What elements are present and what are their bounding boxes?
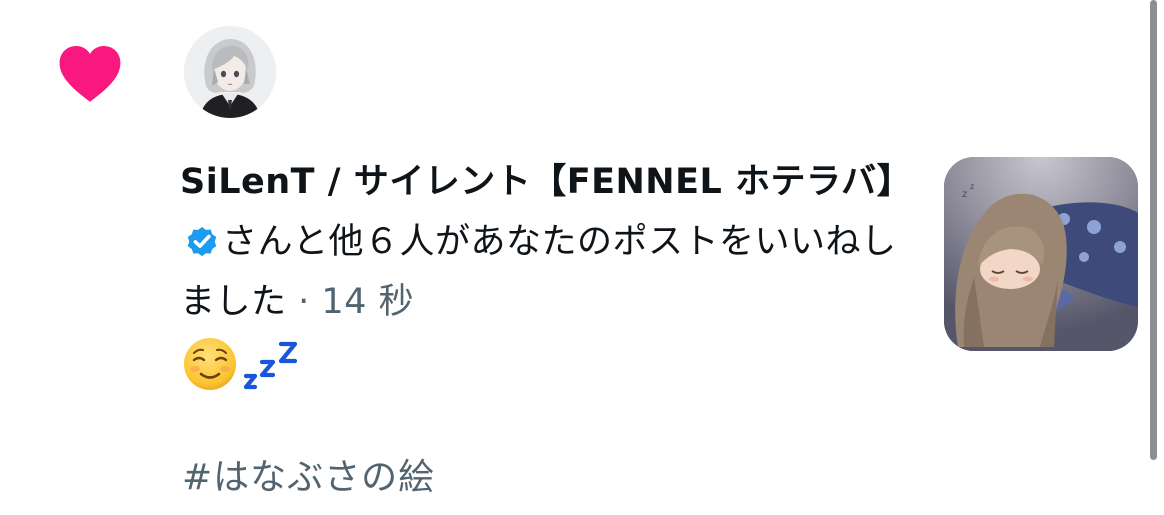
zzz-emoji bbox=[243, 341, 298, 390]
relieved-face-emoji bbox=[184, 338, 236, 390]
svg-text:z: z bbox=[970, 182, 974, 191]
user-name-link[interactable]: SiLenT / サイレント【FENNEL ホテラバ】 bbox=[180, 162, 912, 202]
scrollbar[interactable] bbox=[1150, 0, 1157, 460]
avatar[interactable] bbox=[184, 26, 276, 118]
avatar-image bbox=[184, 26, 276, 118]
notification-text: SiLenT / サイレント【FENNEL ホテラバ】さんと他６人があなたのポス… bbox=[180, 152, 912, 332]
svg-text:z: z bbox=[962, 189, 967, 200]
post-emoji-line bbox=[182, 334, 306, 394]
post-thumbnail[interactable]: z z bbox=[944, 157, 1138, 351]
like-notification[interactable]: SiLenT / サイレント【FENNEL ホテラバ】さんと他６人があなたのポス… bbox=[0, 0, 1164, 515]
sleeping-girl-illustration: z z bbox=[944, 157, 1138, 351]
post-hashtag[interactable]: #はなぶさの絵 bbox=[182, 450, 435, 506]
verified-badge-icon bbox=[187, 227, 217, 257]
time-separator: · bbox=[286, 282, 322, 322]
heart-icon bbox=[59, 45, 121, 102]
timestamp[interactable]: 14 秒 bbox=[321, 282, 414, 322]
